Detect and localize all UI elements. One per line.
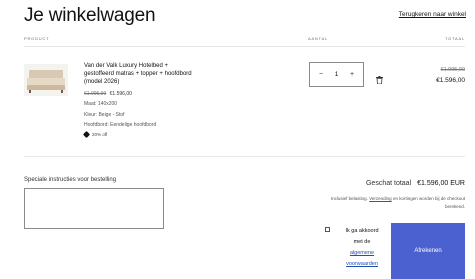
header-divider: [24, 46, 465, 47]
quantity-stepper[interactable]: − 1 +: [309, 62, 364, 87]
product-price-new: €1.596,00: [109, 91, 132, 97]
items-divider: [24, 156, 465, 157]
terms-line-1: Ik ga akkoord: [345, 228, 379, 234]
product-title-link[interactable]: Van der Valk Luxury Hotelbed + gestoffee…: [84, 62, 194, 86]
checkout-button[interactable]: Afrekenen: [391, 223, 465, 279]
tax-note-tail: en kortingen worden bij de checkout bere…: [391, 196, 465, 209]
terms-link-2[interactable]: voorwaarden: [337, 259, 387, 270]
terms-text: Ik ga akkoord met de algemene voorwaarde…: [337, 226, 387, 270]
product-headboard: Hoofdbord: Eendelige hoofdbord: [84, 122, 157, 128]
product-color: Kleur: Beige - Stof: [84, 112, 125, 118]
product-size: Maat: 140x200: [84, 101, 118, 107]
column-header-quantity: AANTAL: [308, 36, 329, 41]
quantity-decrease-button[interactable]: −: [316, 71, 326, 78]
shipping-link[interactable]: Verzending: [369, 196, 392, 201]
terms-link-1[interactable]: algemene: [337, 248, 387, 259]
tax-note-text: Inclusief belasting.: [330, 196, 370, 201]
quantity-increase-button[interactable]: +: [347, 71, 357, 78]
page-title: Je winkelwagen: [24, 5, 156, 26]
line-total-old: €1.995,00: [440, 67, 465, 73]
quantity-value[interactable]: 1: [335, 71, 339, 78]
line-total-new: €1.596,00: [436, 77, 465, 84]
discount-tag-icon: [82, 130, 91, 139]
product-discount: 20% off: [82, 130, 108, 139]
product-thumbnail[interactable]: [24, 64, 68, 96]
column-header-total: TOTAAL: [445, 36, 465, 41]
product-price-old: €1.995,00: [84, 91, 107, 97]
terms-line-2: met de: [353, 239, 371, 245]
estimated-total: Geschat totaal €1.596,00 EUR: [366, 180, 465, 187]
product-price: €1.995,00 €1.596,00: [84, 91, 132, 97]
order-notes-input[interactable]: [24, 188, 164, 229]
continue-shopping-link[interactable]: Terugkeren naar winkel: [399, 11, 466, 18]
trash-icon[interactable]: [376, 71, 383, 85]
column-header-product: PRODUCT: [24, 36, 50, 41]
estimated-total-amount: €1.596,00 EUR: [417, 180, 465, 187]
tax-note: Inclusief belasting. Verzending en korti…: [320, 195, 465, 211]
order-notes-label: Speciale instructies voor bestelling: [24, 177, 117, 183]
estimated-total-label: Geschat totaal: [365, 180, 412, 187]
discount-label: 20% off: [92, 132, 108, 137]
terms-checkbox[interactable]: [325, 227, 330, 232]
